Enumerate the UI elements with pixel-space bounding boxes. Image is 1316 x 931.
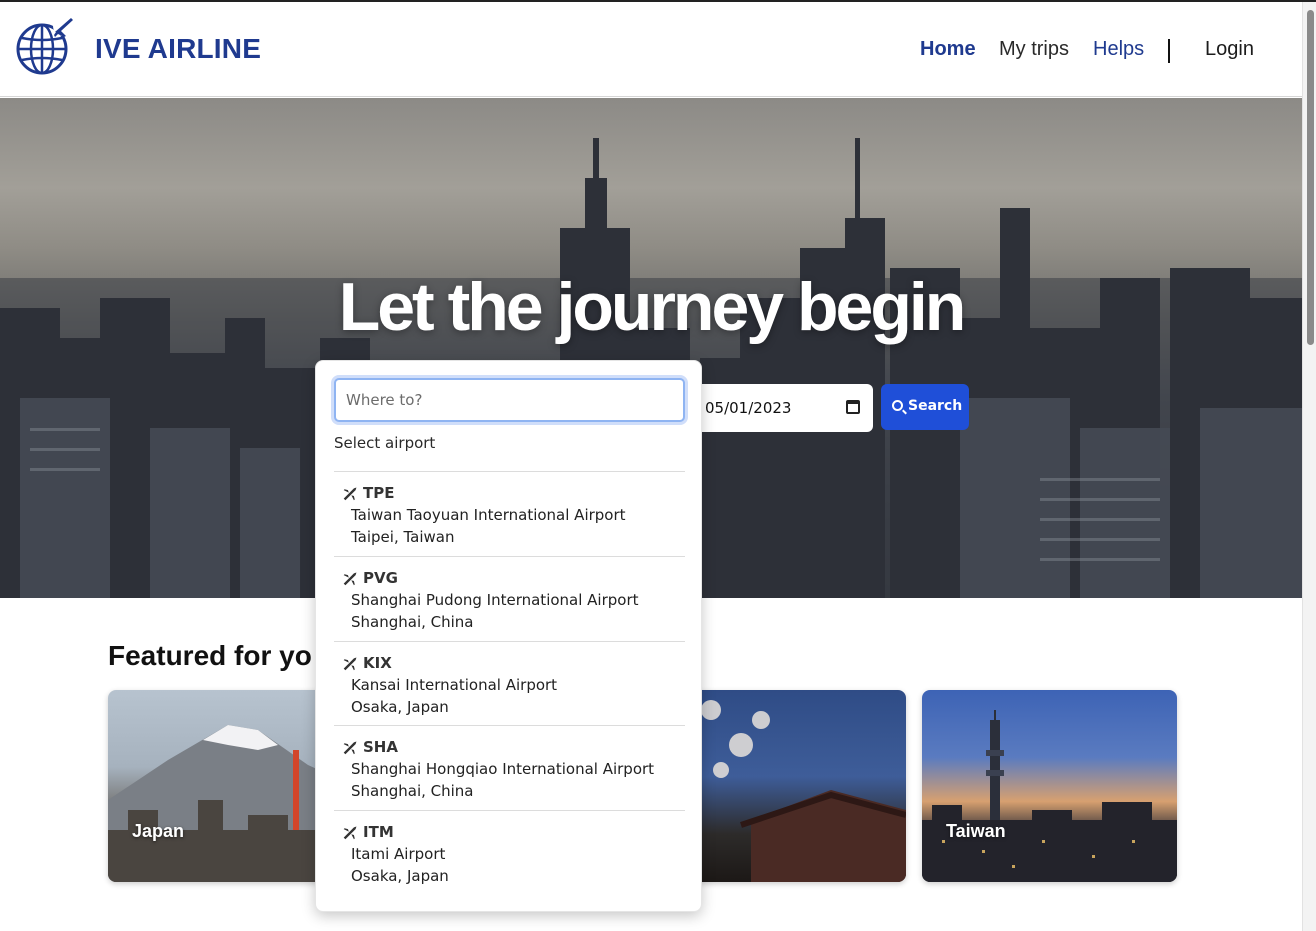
brand-name[interactable]: IVE AIRLINE bbox=[95, 33, 261, 65]
taiwan-photo bbox=[922, 710, 1177, 882]
plane-icon bbox=[343, 487, 357, 501]
destination-dropdown: Select airport TPE Taiwan Taoyuan Intern… bbox=[315, 360, 702, 912]
plane-icon bbox=[343, 657, 357, 671]
airport-code: KIX bbox=[363, 654, 392, 672]
dropdown-heading: Select airport bbox=[334, 434, 436, 452]
departure-date-input[interactable]: 05/01/2023 bbox=[690, 384, 873, 432]
airport-city: Taipei, Taiwan bbox=[351, 528, 455, 546]
calendar-icon[interactable] bbox=[846, 400, 860, 414]
nav-helps[interactable]: Helps bbox=[1093, 38, 1144, 61]
airport-code: TPE bbox=[363, 484, 395, 502]
airport-option-kix[interactable]: KIX Kansai International Airport Osaka, … bbox=[334, 641, 685, 726]
airport-city: Shanghai, China bbox=[351, 613, 474, 631]
search-icon bbox=[892, 400, 903, 411]
next-section-heading-clipped bbox=[108, 922, 368, 931]
airport-city: Shanghai, China bbox=[351, 782, 474, 800]
card-label-japan: Japan bbox=[132, 821, 185, 841]
scrollbar-thumb[interactable] bbox=[1307, 10, 1314, 345]
plane-icon bbox=[343, 741, 357, 755]
airport-option-itm[interactable]: ITM Itami Airport Osaka, Japan bbox=[334, 810, 685, 895]
airport-city: Osaka, Japan bbox=[351, 698, 449, 716]
airport-code: PVG bbox=[363, 569, 398, 587]
airport-option-tpe[interactable]: TPE Taiwan Taoyuan International Airport… bbox=[334, 471, 685, 556]
destination-search-input[interactable] bbox=[334, 378, 685, 422]
airport-code: ITM bbox=[363, 823, 394, 841]
airport-code: SHA bbox=[363, 738, 398, 756]
nav-home[interactable]: Home bbox=[920, 38, 976, 61]
airport-name: Taiwan Taoyuan International Airport bbox=[351, 506, 626, 524]
nav-divider bbox=[1168, 39, 1170, 63]
featured-card-taiwan[interactable]: Taiwan bbox=[922, 690, 1177, 882]
plane-icon bbox=[343, 826, 357, 840]
airport-name: Kansai International Airport bbox=[351, 676, 558, 694]
airport-name: Shanghai Hongqiao International Airport bbox=[351, 760, 655, 778]
search-button[interactable]: Search bbox=[881, 384, 969, 430]
airport-option-pvg[interactable]: PVG Shanghai Pudong International Airpor… bbox=[334, 556, 685, 641]
nav-my-trips[interactable]: My trips bbox=[999, 38, 1069, 61]
airport-name: Itami Airport bbox=[351, 845, 446, 863]
site-header: IVE AIRLINE Home My trips Helps Login bbox=[0, 2, 1302, 97]
featured-title: Featured for yo bbox=[108, 640, 312, 671]
globe-plane-icon[interactable] bbox=[11, 14, 75, 78]
airport-name: Shanghai Pudong International Airport bbox=[351, 591, 639, 609]
page-scrollbar[interactable] bbox=[1302, 2, 1316, 931]
plane-icon bbox=[343, 572, 357, 586]
card-label-taiwan: Taiwan bbox=[946, 821, 1006, 841]
search-button-label: Search bbox=[908, 398, 963, 414]
airport-option-sha[interactable]: SHA Shanghai Hongqiao International Airp… bbox=[334, 725, 685, 810]
nav-login[interactable]: Login bbox=[1205, 38, 1254, 61]
hero-title: Let the journey begin bbox=[338, 269, 967, 345]
date-value: 05/01/2023 bbox=[705, 399, 792, 417]
airport-city: Osaka, Japan bbox=[351, 867, 449, 885]
